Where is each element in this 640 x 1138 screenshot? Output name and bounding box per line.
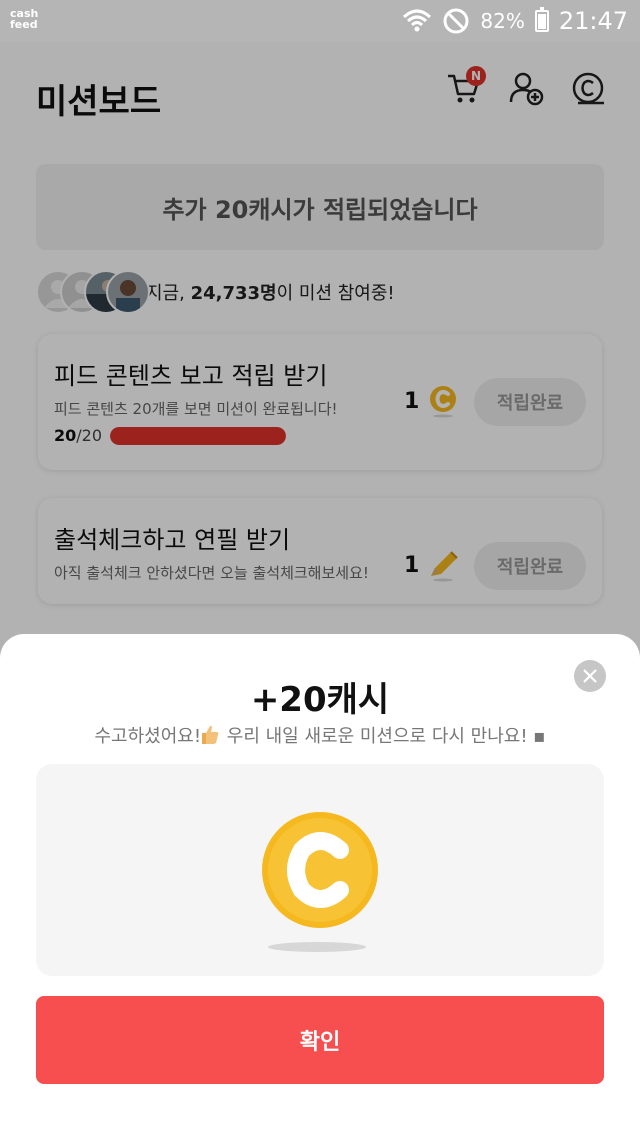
thumbs-up-icon [202, 725, 219, 744]
confirm-button[interactable]: 확인 [36, 996, 604, 1084]
reward-message: 수고하셨어요! 우리 내일 새로운 미션으로 다시 만나요! ▪ [0, 722, 640, 748]
wifi-icon [403, 9, 432, 32]
reward-bottom-sheet: +20캐시 수고하셨어요! 우리 내일 새로운 미션으로 다시 만나요! ▪ 확… [0, 634, 640, 1138]
clock: 21:47 [558, 7, 628, 35]
battery-percent: 82% [480, 9, 525, 33]
do-not-disturb-icon [443, 8, 469, 34]
reward-visual-box [36, 764, 604, 976]
logo-line-2: feed [10, 18, 38, 31]
battery-icon [534, 7, 549, 32]
reward-message-part2: 우리 내일 새로운 미션으로 다시 만나요! ▪ [221, 726, 546, 747]
big-coin-icon [262, 812, 378, 928]
cashfeed-logo: cash feed [10, 8, 38, 30]
status-icons: 82% 21:47 [402, 6, 628, 36]
reward-title: +20캐시 [250, 680, 390, 720]
reward-message-part1: 수고하셨어요! [94, 726, 202, 747]
coin-shadow [268, 942, 366, 952]
status-bar: cash feed 82% 21:47 [0, 0, 640, 42]
